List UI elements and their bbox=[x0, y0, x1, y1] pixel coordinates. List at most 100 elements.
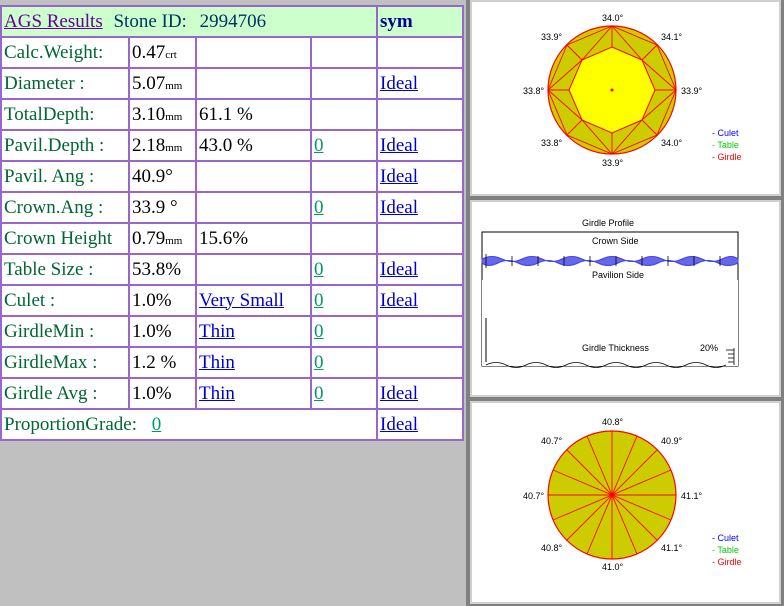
crown-diagram-panel: 34.0° 33.9° 34.1° 33.8° 33.9° 33.8° 34.0… bbox=[470, 0, 781, 196]
proportion-row: ProportionGrade: 0 Ideal bbox=[0, 408, 464, 441]
measurement-row: Pavil.Depth : 2.18mm 43.0 % 0 Ideal bbox=[0, 129, 464, 162]
row-value: 1.0% bbox=[132, 320, 172, 342]
row-label: Table Size : bbox=[4, 258, 94, 280]
row-flag-link[interactable]: 0 bbox=[314, 197, 324, 218]
pavilion-angle-top-right: 40.9° bbox=[661, 436, 683, 446]
row-percent: 43.0 % bbox=[199, 134, 253, 156]
girdle-profile-panel: Girdle Profile Crown Side Pavilion Side … bbox=[470, 200, 781, 397]
row-sym-link[interactable]: Ideal bbox=[380, 383, 418, 404]
row-label: Pavil.Depth : bbox=[4, 134, 105, 156]
measurement-row: Pavil. Ang : 40.9° Ideal bbox=[0, 160, 464, 193]
row-value: 40.9° bbox=[132, 165, 173, 187]
pavilion-legend-table: - Table bbox=[712, 545, 739, 555]
girdle-thickness-label: Girdle Thickness bbox=[582, 343, 649, 353]
row-flag-link[interactable]: 0 bbox=[314, 321, 324, 342]
pavilion-side-label: Pavilion Side bbox=[592, 270, 644, 280]
row-grade-link[interactable]: Thin bbox=[199, 352, 235, 373]
pavilion-legend-culet: - Culet bbox=[712, 533, 739, 543]
crown-angle-bottom-right: 34.0° bbox=[661, 138, 683, 148]
pavilion-diagram: 40.8° 40.7° 40.9° 40.7° 41.1° 40.8° 41.1… bbox=[523, 417, 742, 572]
row-grade-link[interactable]: Thin bbox=[199, 321, 235, 342]
pavilion-angle-left: 40.7° bbox=[523, 491, 545, 501]
girdle-profile-title: Girdle Profile bbox=[582, 218, 634, 228]
header-row: AGS Results Stone ID: 2994706 sym bbox=[0, 5, 464, 38]
row-unit: crt bbox=[165, 48, 177, 61]
row-value: 0.47 bbox=[132, 41, 166, 63]
row-grade-link[interactable]: Very Small bbox=[199, 290, 284, 311]
row-flag-link[interactable]: 0 bbox=[314, 259, 324, 280]
row-unit: mm bbox=[165, 234, 183, 247]
crown-angle-top-left: 33.9° bbox=[541, 32, 563, 42]
row-unit: mm bbox=[165, 79, 183, 92]
row-flag-link[interactable]: 0 bbox=[314, 352, 324, 373]
row-value: 33.9 ° bbox=[132, 196, 178, 218]
crown-legend-girdle: - Girdle bbox=[712, 152, 742, 162]
pavilion-angle-bottom: 41.0° bbox=[602, 562, 624, 572]
crown-angle-top-right: 34.1° bbox=[661, 32, 683, 42]
row-value: 5.07 bbox=[132, 72, 166, 94]
pavilion-angle-top: 40.8° bbox=[602, 417, 624, 427]
measurement-row: Crown.Ang : 33.9 ° 0 Ideal bbox=[0, 191, 464, 224]
crown-culet-dot bbox=[610, 88, 614, 92]
crown-legend-culet: - Culet bbox=[712, 128, 739, 138]
row-label: Culet : bbox=[4, 289, 56, 311]
crown-angle-left: 33.8° bbox=[523, 86, 545, 96]
measurement-row: Calc.Weight: 0.47crt bbox=[0, 36, 464, 69]
measurement-row: Crown Height 0.79mm 15.6% bbox=[0, 222, 464, 255]
row-value: 2.18 bbox=[132, 134, 166, 156]
row-sym-link[interactable]: Ideal bbox=[380, 135, 418, 156]
row-label: Diameter : bbox=[4, 72, 85, 94]
girdle-profile-band bbox=[481, 256, 739, 266]
ags-results-link[interactable]: AGS Results bbox=[4, 11, 103, 32]
pavilion-diagram-panel: 40.8° 40.7° 40.9° 40.7° 41.1° 40.8° 41.1… bbox=[470, 401, 781, 604]
row-sym-link[interactable]: Ideal bbox=[380, 197, 418, 218]
row-sym-link[interactable]: Ideal bbox=[380, 259, 418, 280]
row-sym-link[interactable]: Ideal bbox=[380, 73, 418, 94]
pavilion-angle-right: 41.1° bbox=[681, 491, 703, 501]
row-value: 1.2 % bbox=[132, 351, 177, 373]
row-label: TotalDepth: bbox=[4, 103, 95, 125]
pavilion-facet-lines bbox=[548, 431, 676, 559]
measurement-row: GirdleMin : 1.0% Thin 0 bbox=[0, 315, 464, 348]
crown-legend-table: - Table bbox=[712, 140, 739, 150]
row-unit: mm bbox=[165, 141, 183, 154]
row-value: 3.10 bbox=[132, 103, 166, 125]
row-flag-link[interactable]: 0 bbox=[314, 383, 324, 404]
proportion-sym-link[interactable]: Ideal bbox=[380, 414, 418, 435]
row-flag-link[interactable]: 0 bbox=[314, 135, 324, 156]
row-percent: 61.1 % bbox=[199, 103, 253, 125]
measurement-row: GirdleMax : 1.2 % Thin 0 bbox=[0, 346, 464, 379]
crown-angle-top: 34.0° bbox=[602, 13, 624, 23]
crown-side-label: Crown Side bbox=[592, 236, 639, 246]
pavilion-legend-girdle: - Girdle bbox=[712, 557, 742, 567]
pavilion-angle-bottom-left: 40.8° bbox=[541, 543, 563, 553]
crown-angle-bottom-left: 33.8° bbox=[541, 138, 563, 148]
results-pane: AGS Results Stone ID: 2994706 sym Calc.W… bbox=[0, 0, 466, 606]
row-grade-link[interactable]: Thin bbox=[199, 383, 235, 404]
crown-angle-right: 33.9° bbox=[681, 86, 703, 96]
crown-angle-bottom: 33.9° bbox=[602, 158, 624, 168]
measurement-row: Culet : 1.0% Very Small 0 Ideal bbox=[0, 284, 464, 317]
row-value: 0.79 bbox=[132, 227, 166, 249]
row-label: Calc.Weight: bbox=[4, 41, 104, 63]
row-label: GirdleMin : bbox=[4, 320, 95, 342]
row-unit: mm bbox=[165, 110, 183, 123]
row-label: Girdle Avg : bbox=[4, 382, 98, 404]
pavilion-angle-bottom-right: 41.1° bbox=[661, 543, 683, 553]
stone-id-value: 2994706 bbox=[199, 10, 267, 32]
row-sym-link[interactable]: Ideal bbox=[380, 290, 418, 311]
proportion-grade-link[interactable]: 0 bbox=[152, 414, 162, 435]
sym-header: sym bbox=[380, 10, 413, 32]
row-label: Crown.Ang : bbox=[4, 196, 104, 218]
stone-id-label: Stone ID: bbox=[113, 10, 187, 32]
crown-diagram: 34.0° 33.9° 34.1° 33.8° 33.9° 33.8° 34.0… bbox=[523, 13, 742, 168]
row-flag-link[interactable]: 0 bbox=[314, 290, 324, 311]
pavilion-angle-top-left: 40.7° bbox=[541, 436, 563, 446]
measurement-row: Table Size : 53.8% 0 Ideal bbox=[0, 253, 464, 286]
measurement-row: Diameter : 5.07mm Ideal bbox=[0, 67, 464, 100]
row-label: Pavil. Ang : bbox=[4, 165, 95, 187]
measurement-row: TotalDepth: 3.10mm 61.1 % bbox=[0, 98, 464, 131]
row-sym-link[interactable]: Ideal bbox=[380, 166, 418, 187]
measurement-row: Girdle Avg : 1.0% Thin 0 Ideal bbox=[0, 377, 464, 410]
results-table: AGS Results Stone ID: 2994706 sym Calc.W… bbox=[0, 5, 464, 441]
